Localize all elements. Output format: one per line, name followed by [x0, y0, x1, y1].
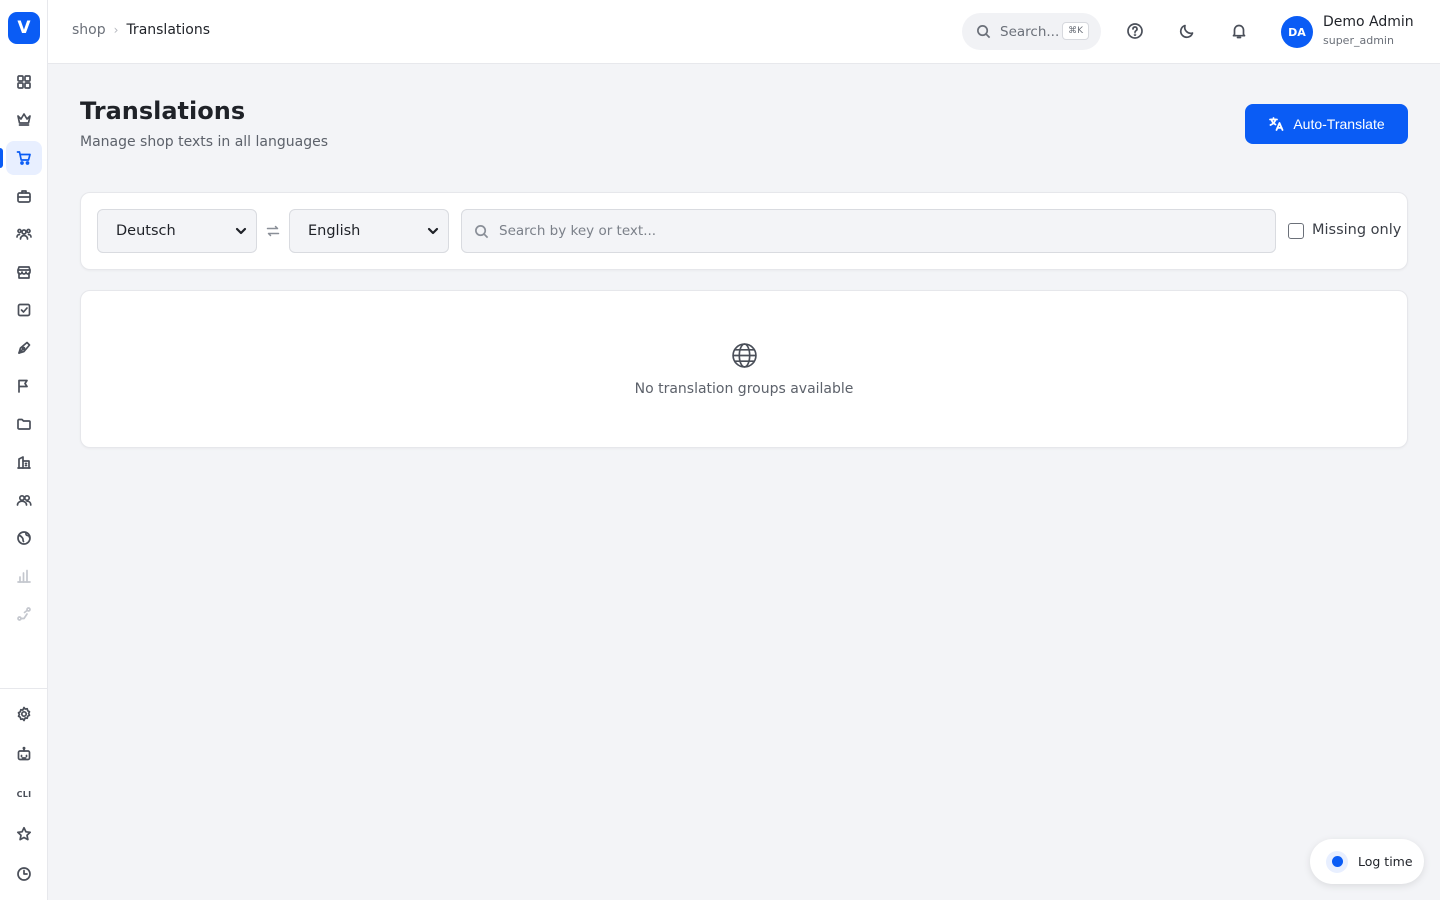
globe-icon: [731, 342, 758, 369]
flag-icon[interactable]: [6, 369, 42, 403]
user-name[interactable]: Demo Admin: [1323, 14, 1414, 30]
moon-icon[interactable]: [1176, 20, 1198, 42]
pen-icon[interactable]: [6, 331, 42, 365]
team-icon[interactable]: [6, 483, 42, 517]
cart-icon[interactable]: [6, 141, 42, 175]
chevron-down-icon: [427, 225, 439, 237]
app-logo[interactable]: V: [8, 12, 40, 44]
topbar: shop › Translations Search... ⌘K DA Demo…: [48, 0, 1440, 64]
auto-translate-button[interactable]: Auto-Translate: [1245, 104, 1408, 144]
robot-icon[interactable]: [6, 737, 42, 771]
star-icon[interactable]: [6, 817, 42, 851]
sidebar-divider: [0, 688, 48, 689]
search-icon: [977, 25, 991, 39]
translation-groups-panel: No translation groups available: [80, 290, 1408, 448]
route-icon[interactable]: [6, 597, 42, 631]
missing-only-checkbox[interactable]: [1288, 223, 1304, 239]
page-subtitle: Manage shop texts in all languages: [80, 134, 329, 150]
swap-languages-icon[interactable]: [265, 223, 281, 239]
chart-icon[interactable]: [6, 559, 42, 593]
chevron-down-icon: [235, 225, 247, 237]
translate-icon: [1269, 117, 1284, 131]
missing-only-label[interactable]: Missing only: [1312, 222, 1401, 238]
search-shortcut: ⌘K: [1062, 22, 1089, 40]
breadcrumb-current: Translations: [126, 22, 211, 38]
building-icon[interactable]: [6, 445, 42, 479]
clock-icon[interactable]: [6, 857, 42, 891]
help-icon[interactable]: [1124, 20, 1146, 42]
folder-icon[interactable]: [6, 407, 42, 441]
filter-bar: Deutsch English Missing only: [80, 192, 1408, 270]
page-title: Translations: [80, 97, 246, 125]
translation-search: [461, 209, 1276, 253]
checklist-icon[interactable]: [6, 293, 42, 327]
store-icon[interactable]: [6, 255, 42, 289]
globe-icon[interactable]: [6, 521, 42, 555]
dashboard-icon[interactable]: [6, 65, 42, 99]
target-language-select[interactable]: English: [289, 209, 449, 253]
source-language-select[interactable]: Deutsch: [97, 209, 257, 253]
search-icon: [475, 224, 489, 238]
avatar[interactable]: DA: [1281, 16, 1313, 48]
source-language-value: Deutsch: [116, 223, 176, 239]
cli-icon[interactable]: CLI: [6, 777, 42, 811]
user-role: super_admin: [1323, 34, 1394, 47]
global-search-placeholder: Search...: [1000, 23, 1060, 40]
settings-icon[interactable]: [6, 697, 42, 731]
users-icon[interactable]: [6, 217, 42, 251]
active-indicator: [0, 148, 3, 168]
translation-search-input[interactable]: [499, 223, 1239, 239]
empty-state-message: No translation groups available: [634, 381, 854, 397]
crown-icon[interactable]: [6, 102, 42, 136]
log-time-label: Log time: [1358, 854, 1413, 869]
global-search[interactable]: Search... ⌘K: [962, 13, 1101, 50]
auto-translate-label: Auto-Translate: [1293, 116, 1385, 132]
timer-icon: [1326, 850, 1348, 873]
breadcrumb-separator: ›: [113, 23, 119, 37]
breadcrumb-shop[interactable]: shop: [72, 22, 106, 38]
target-language-value: English: [308, 223, 361, 239]
breadcrumb: shop › Translations: [72, 22, 210, 38]
log-time-button[interactable]: Log time: [1310, 839, 1424, 884]
bell-icon[interactable]: [1228, 20, 1250, 42]
sidebar: V CLI: [0, 0, 48, 900]
briefcase-icon[interactable]: [6, 179, 42, 213]
